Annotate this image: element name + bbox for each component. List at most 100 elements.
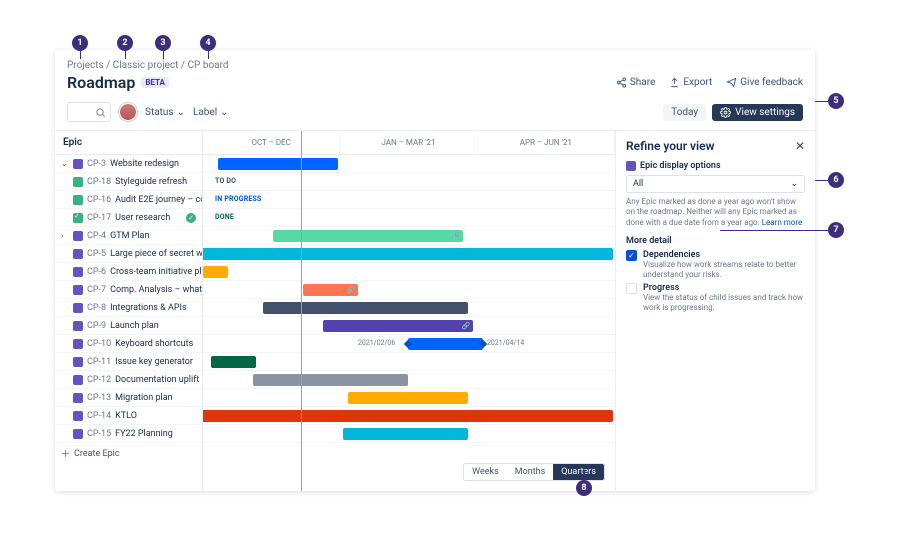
zoom-months[interactable]: Months — [507, 464, 554, 480]
search-icon — [95, 107, 106, 118]
issue-summary: Website redesign — [110, 159, 179, 169]
timeline-lane: 2021/02/062021/04/14 — [203, 335, 615, 353]
story-icon — [73, 177, 83, 187]
issue-key: CP-4 — [87, 231, 106, 241]
epic-row[interactable]: CP-7Comp. Analysis – what's out the… — [55, 281, 202, 299]
export-button[interactable]: Export — [669, 77, 712, 88]
zoom-quarters[interactable]: Quarters — [553, 464, 604, 480]
dependencies-sub: Visualize how work streams relate to bet… — [643, 260, 805, 279]
epic-icon — [73, 249, 83, 259]
epic-icon — [73, 393, 83, 403]
create-epic[interactable]: ＋Create Epic — [55, 443, 202, 464]
epic-icon — [73, 303, 83, 313]
issue-summary: Issue key generator — [115, 357, 193, 367]
epic-row[interactable]: CP-10Keyboard shortcuts — [55, 335, 202, 353]
label-filter[interactable]: Label ⌄ — [193, 107, 229, 118]
gantt-bar[interactable] — [408, 338, 483, 350]
more-detail-header: More detail — [626, 236, 805, 246]
epic-row[interactable]: CP-5Large piece of secret work — [55, 245, 202, 263]
epic-row[interactable]: CP-14KTLO — [55, 407, 202, 425]
beta-badge: BETA — [141, 77, 169, 88]
epic-list: Epic ⌄CP-3Website redesignCP-18Styleguid… — [55, 131, 203, 491]
epic-row[interactable]: CP-18 Styleguide refresh — [55, 173, 202, 191]
epic-row[interactable]: CP-16Audit E2E journey – consu… — [55, 191, 202, 209]
timeline-lane — [203, 353, 615, 371]
epic-row[interactable]: CP-12Documentation uplift — [55, 371, 202, 389]
issue-key: CP-12 — [87, 375, 111, 385]
epic-row[interactable]: CP-8Integrations & APIs — [55, 299, 202, 317]
callout-7: 7 — [828, 222, 844, 238]
epic-row[interactable]: ⌄CP-3Website redesign — [55, 155, 202, 173]
search-input[interactable] — [67, 102, 111, 122]
issue-summary: Large piece of secret work — [110, 249, 202, 259]
issue-summary: KTLO — [115, 411, 137, 421]
issue-key: CP-15 — [87, 429, 111, 439]
timeline-lane: 🔗 — [203, 281, 615, 299]
timeline-lane — [203, 263, 615, 281]
timeline-lane: IN PROGRESS — [203, 191, 615, 209]
learn-more-link[interactable]: Learn more — [762, 218, 802, 227]
avatar[interactable] — [119, 103, 137, 121]
epic-row[interactable]: CP-6Cross-team initiative planning — [55, 263, 202, 281]
link-icon: 🔗 — [461, 321, 471, 331]
gantt-bar[interactable]: 🔗 — [303, 284, 358, 296]
breadcrumb[interactable]: Projects / Classic project / CP board — [55, 50, 815, 73]
epic-row[interactable]: CP-15 FY22 Planning — [55, 425, 202, 443]
timeline-lane — [203, 155, 615, 173]
epic-row[interactable]: CP-11Issue key generator — [55, 353, 202, 371]
done-icon: ✓ — [186, 213, 196, 223]
timeline[interactable]: OCT – DEC JAN – MAR '21 APR – JUN '21 TO… — [203, 131, 615, 491]
timeline-lane: 🔗 — [203, 227, 615, 245]
gantt-bar[interactable] — [211, 356, 256, 368]
timeline-lane — [203, 371, 615, 389]
epic-display-select[interactable]: All⌄ — [626, 175, 805, 193]
issue-key: CP-16 — [87, 195, 111, 205]
share-button[interactable]: Share — [616, 77, 655, 88]
chevron-down-icon: ⌄ — [790, 179, 798, 189]
issue-summary: Integrations & APIs — [110, 303, 187, 313]
feedback-button[interactable]: Give feedback — [726, 77, 803, 88]
epic-icon — [73, 339, 83, 349]
gantt-bar[interactable] — [348, 392, 468, 404]
issue-summary: FY22 Planning — [115, 429, 173, 439]
epic-display-header: Epic display options — [626, 161, 805, 171]
dependencies-checkbox[interactable]: ✓ — [626, 250, 637, 261]
epic-icon — [73, 231, 83, 241]
progress-checkbox[interactable] — [626, 283, 637, 294]
timeline-lane: 🔗 — [203, 317, 615, 335]
callout-2: 2 — [117, 35, 133, 51]
gantt-bar[interactable] — [343, 428, 468, 440]
status-label: TO DO — [215, 177, 236, 185]
callout-3: 3 — [155, 35, 171, 51]
gear-icon — [720, 107, 731, 118]
status-filter[interactable]: Status ⌄ — [145, 107, 185, 118]
status-label: IN PROGRESS — [215, 195, 262, 203]
gantt-bar[interactable] — [203, 410, 613, 422]
today-button[interactable]: Today — [663, 104, 706, 121]
gantt-bar[interactable] — [263, 302, 468, 314]
gantt-bar[interactable]: 🔗 — [323, 320, 473, 332]
epic-row[interactable]: CP-17User research✓ — [55, 209, 202, 227]
epic-row[interactable]: ›CP-4GTM Plan — [55, 227, 202, 245]
zoom-weeks[interactable]: Weeks — [464, 464, 507, 480]
issue-key: CP-18 — [87, 177, 111, 187]
progress-label: Progress — [643, 283, 805, 293]
issue-summary: Comp. Analysis – what's out the… — [110, 285, 202, 295]
issue-summary: Migration plan — [115, 393, 172, 403]
epic-row[interactable]: CP-13Migration plan — [55, 389, 202, 407]
link-icon: 🔗 — [451, 231, 461, 241]
close-icon[interactable]: ✕ — [795, 139, 805, 153]
timeline-lane — [203, 407, 615, 425]
view-settings-button[interactable]: View settings — [712, 104, 803, 121]
gantt-bar[interactable] — [203, 248, 613, 260]
date-label: 2021/04/14 — [487, 339, 524, 347]
gantt-bar[interactable] — [218, 158, 338, 170]
gantt-bar[interactable] — [203, 266, 228, 278]
gantt-bar[interactable] — [253, 374, 408, 386]
story-icon — [73, 213, 83, 223]
dependencies-label: Dependencies — [643, 250, 805, 260]
epic-row[interactable]: CP-9Launch plan — [55, 317, 202, 335]
issue-summary: Styleguide refresh — [115, 177, 187, 187]
story-icon — [73, 195, 83, 205]
issue-key: CP-10 — [87, 339, 111, 349]
